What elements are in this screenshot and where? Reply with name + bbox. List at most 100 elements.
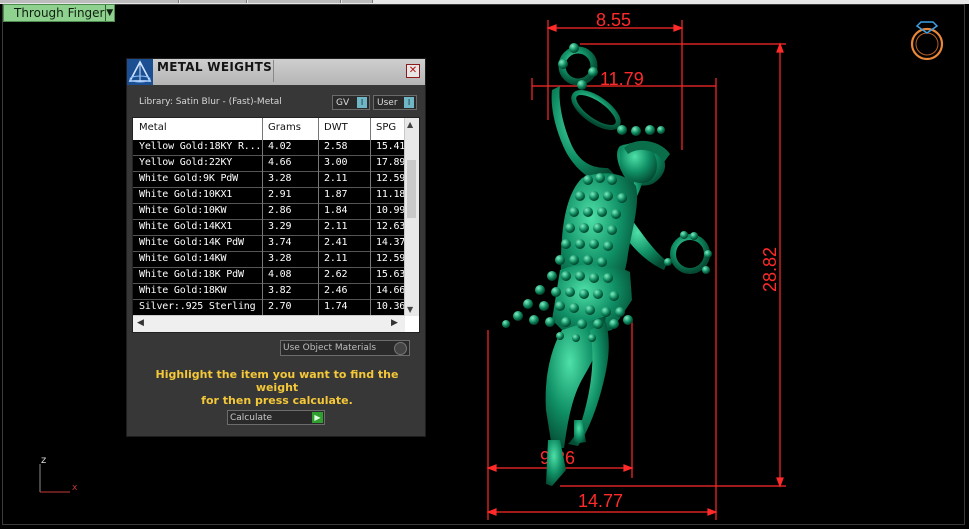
cell-metal: White Gold:18K PdW — [139, 269, 244, 280]
cell-grams: 3.28 — [268, 173, 292, 184]
radio-icon[interactable] — [394, 341, 407, 355]
column-header-dwt[interactable]: DWT — [324, 122, 348, 133]
dim-arm-width: 11.79 — [600, 69, 644, 89]
calculate-field[interactable]: Calculate ▶ — [227, 410, 325, 425]
gv-select-value: GV — [336, 97, 350, 108]
cell-metal: White Gold:10KW — [139, 205, 227, 216]
cell-dwt: 2.62 — [324, 269, 348, 280]
instruction-line-2: for then press calculate. — [201, 394, 353, 407]
panel-header[interactable]: METAL WEIGHTS ✕ — [127, 59, 425, 85]
cell-spg: 12.59 — [376, 253, 405, 264]
table-row[interactable]: White Gold:9K PdW 3.28 2.11 12.59 — [133, 172, 405, 188]
cell-dwt: 3.00 — [324, 157, 348, 168]
gv-select-button[interactable]: I — [357, 97, 367, 108]
cell-dwt: 1.84 — [324, 205, 348, 216]
cell-metal: Silver:.925 Sterling — [139, 301, 256, 312]
cell-spg: 14.66 — [376, 285, 405, 296]
cell-dwt: 2.11 — [324, 173, 348, 184]
cell-grams: 3.74 — [268, 237, 292, 248]
cell-metal: Yellow Gold:18KY R... — [139, 141, 262, 152]
view-mode-label: Through Finger — [14, 6, 105, 20]
view-mode-dropdown[interactable]: Through Finger ▼ — [3, 4, 115, 22]
dim-top-width: 8.55 — [596, 10, 631, 30]
cell-dwt: 2.58 — [324, 141, 348, 152]
cell-dwt: 1.74 — [324, 301, 348, 312]
instruction-text: Highlight the item you want to find the … — [137, 368, 417, 407]
close-icon[interactable]: ✕ — [406, 64, 420, 78]
library-label: Library: Satin Blur - (Fast)-Metal — [139, 97, 282, 107]
scroll-left-icon[interactable]: ◀ — [137, 318, 144, 328]
scroll-right-icon[interactable]: ▶ — [391, 318, 398, 328]
table-row[interactable]: Silver:.925 Sterling 2.70 1.74 10.36 — [133, 300, 405, 316]
metal-weights-panel: METAL WEIGHTS ✕ Library: Satin Blur - (F… — [126, 58, 426, 437]
user-select-button[interactable]: I — [404, 97, 414, 108]
cell-grams: 2.86 — [268, 205, 292, 216]
table-row[interactable]: White Gold:10KW 2.86 1.84 10.99 — [133, 204, 405, 220]
table-row[interactable]: White Gold:14KX1 3.29 2.11 12.63 — [133, 220, 405, 236]
cell-metal: White Gold:9K PdW — [139, 173, 238, 184]
cell-metal: White Gold:18KW — [139, 285, 227, 296]
metal-table[interactable]: Metal Grams DWT SPG Yellow Gold:18KY R..… — [132, 117, 420, 333]
table-row[interactable]: White Gold:18KW 3.82 2.46 14.66 — [133, 284, 405, 300]
axis-x-label: x — [72, 483, 78, 493]
cell-spg: 11.18 — [376, 189, 405, 200]
dim-height: 28.82 — [760, 247, 780, 292]
cell-spg: 10.99 — [376, 205, 405, 216]
table-body: Yellow Gold:18KY R... 4.02 2.58 15.41 Yellow… — [133, 140, 405, 316]
use-object-materials-label: Use Object Materials — [283, 343, 377, 353]
header-divider — [273, 60, 274, 82]
table-row[interactable]: White Gold:10KX1 2.91 1.87 11.18 — [133, 188, 405, 204]
scroll-down-icon[interactable]: ▼ — [407, 305, 413, 314]
dim-total-width: 14.77 — [578, 491, 623, 511]
table-row[interactable]: White Gold:18K PdW 4.08 2.62 15.63 — [133, 268, 405, 284]
cell-grams: 4.08 — [268, 269, 292, 280]
table-row[interactable]: Yellow Gold:18KY R... 4.02 2.58 15.41 — [133, 140, 405, 156]
table-row[interactable]: Yellow Gold:22KY 4.66 3.00 17.89 — [133, 156, 405, 172]
scroll-up-icon[interactable]: ▲ — [407, 120, 413, 129]
cell-grams: 4.02 — [268, 141, 292, 152]
cell-metal: Yellow Gold:22KY — [139, 157, 233, 168]
calculate-button[interactable]: ▶ — [312, 412, 323, 423]
cell-metal: White Gold:10KX1 — [139, 189, 233, 200]
column-header-metal[interactable]: Metal — [139, 122, 167, 133]
column-separator — [318, 118, 319, 316]
table-row[interactable]: White Gold:14K PdW 3.74 2.41 14.37 — [133, 236, 405, 252]
cell-spg: 14.37 — [376, 237, 405, 248]
scrollbar-thumb[interactable] — [407, 160, 416, 218]
ring-icon[interactable] — [910, 21, 944, 61]
cell-grams: 2.70 — [268, 301, 292, 312]
column-header-grams[interactable]: Grams — [268, 122, 301, 133]
table-row[interactable]: White Gold:14KW 3.28 2.11 12.59 — [133, 252, 405, 268]
dancer-pendant-model[interactable] — [502, 43, 712, 486]
instruction-line-1: Highlight the item you want to find the … — [155, 368, 399, 394]
cell-grams: 4.66 — [268, 157, 292, 168]
cell-dwt: 2.41 — [324, 237, 348, 248]
calculate-label: Calculate — [230, 412, 273, 423]
vertical-scrollbar[interactable]: ▲ ▼ — [404, 118, 419, 316]
horizontal-scrollbar[interactable]: ◀ ▶ — [133, 315, 405, 332]
cell-metal: White Gold:14KX1 — [139, 221, 233, 232]
cell-spg: 12.59 — [376, 173, 405, 184]
gv-select[interactable]: GV I — [332, 95, 370, 110]
column-separator — [370, 118, 371, 316]
cell-dwt: 1.87 — [324, 189, 348, 200]
user-select-value: User — [377, 97, 398, 108]
axis-gizmo — [39, 464, 70, 493]
cell-dwt: 2.11 — [324, 221, 348, 232]
table-header: Metal Grams DWT SPG — [133, 118, 405, 141]
cell-grams: 3.82 — [268, 285, 292, 296]
cell-metal: White Gold:14KW — [139, 253, 227, 264]
cell-spg: 17.89 — [376, 157, 405, 168]
use-object-materials-field[interactable]: Use Object Materials — [280, 340, 410, 356]
cell-dwt: 2.11 — [324, 253, 348, 264]
panel-title: METAL WEIGHTS — [157, 60, 273, 74]
cell-spg: 15.41 — [376, 141, 405, 152]
column-separator — [262, 118, 263, 316]
chevron-down-icon[interactable]: ▼ — [104, 5, 115, 21]
cell-grams: 3.29 — [268, 221, 292, 232]
user-select[interactable]: User I — [373, 95, 417, 110]
cell-grams: 3.28 — [268, 253, 292, 264]
column-header-spg[interactable]: SPG — [376, 122, 396, 133]
cell-grams: 2.91 — [268, 189, 292, 200]
cell-spg: 10.36 — [376, 301, 405, 312]
